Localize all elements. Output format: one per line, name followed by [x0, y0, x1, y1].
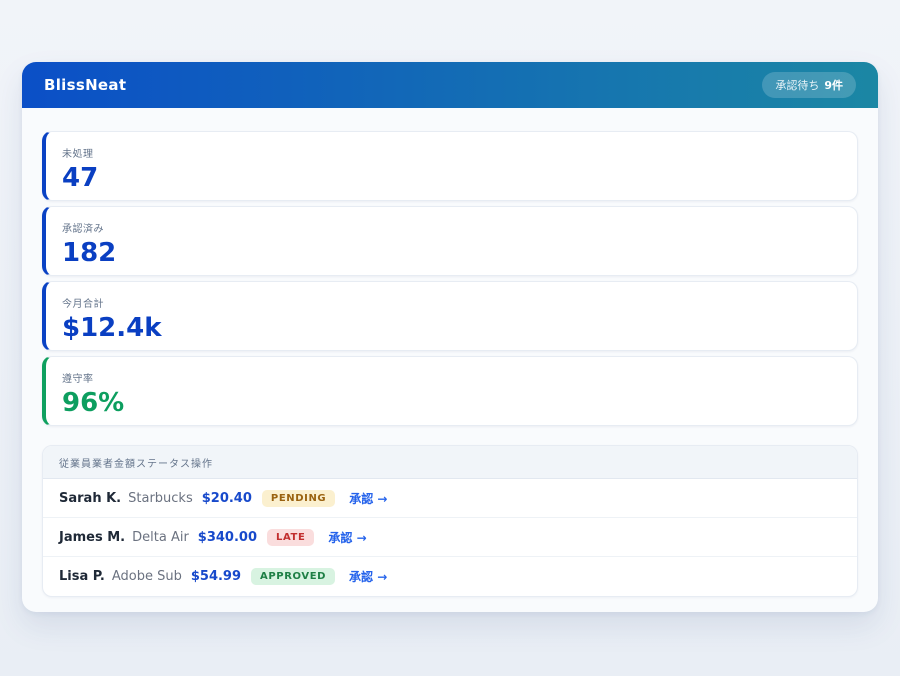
- approve-link[interactable]: 承認 →: [349, 568, 387, 585]
- approve-link[interactable]: 承認 →: [349, 490, 387, 507]
- pending-badge-label: 承認待ち: [775, 77, 819, 93]
- stat-card-unprocessed: 未処理 47: [42, 131, 858, 201]
- stat-card-month-total: 今月合計 $12.4k: [42, 281, 858, 351]
- expense-app-card: BlissNeat 承認待ち 9件 未処理 47 承認済み 182 今月合計 $…: [22, 62, 878, 612]
- status-badge: PENDING: [262, 490, 335, 507]
- stat-value: $12.4k: [62, 314, 841, 343]
- main-content: 未処理 47 承認済み 182 今月合計 $12.4k 遵守率 96% 従業員業…: [22, 108, 878, 597]
- app-header: BlissNeat 承認待ち 9件: [22, 62, 878, 108]
- stat-value: 47: [62, 164, 841, 193]
- stat-label: 承認済み: [62, 220, 841, 235]
- vendor-name: Adobe Sub: [112, 569, 182, 584]
- stat-label: 遵守率: [62, 370, 841, 385]
- stat-card-compliance-rate: 遵守率 96%: [42, 356, 858, 426]
- app-title: BlissNeat: [44, 76, 126, 94]
- employee-name: Lisa P.: [59, 569, 105, 584]
- status-badge: LATE: [267, 529, 314, 546]
- vendor-name: Starbucks: [128, 491, 193, 506]
- stat-value: 96%: [62, 389, 841, 418]
- employee-name: James M.: [59, 530, 125, 545]
- expense-table: 従業員業者金額ステータス操作 Sarah K. Starbucks $20.40…: [42, 445, 858, 597]
- pending-count-badge: 承認待ち 9件: [762, 72, 856, 98]
- pending-badge-count: 9件: [824, 77, 843, 93]
- stat-card-approved: 承認済み 182: [42, 206, 858, 276]
- vendor-name: Delta Air: [132, 530, 189, 545]
- expense-amount: $20.40: [202, 491, 252, 506]
- stat-label: 未処理: [62, 145, 841, 160]
- table-row: Lisa P. Adobe Sub $54.99 APPROVED 承認 →: [43, 557, 857, 596]
- stat-label: 今月合計: [62, 295, 841, 310]
- table-header: 従業員業者金額ステータス操作: [43, 446, 857, 479]
- expense-amount: $54.99: [191, 569, 241, 584]
- table-row: Sarah K. Starbucks $20.40 PENDING 承認 →: [43, 479, 857, 518]
- employee-name: Sarah K.: [59, 491, 121, 506]
- table-row: James M. Delta Air $340.00 LATE 承認 →: [43, 518, 857, 557]
- stat-value: 182: [62, 239, 841, 268]
- status-badge: APPROVED: [251, 568, 335, 585]
- expense-amount: $340.00: [198, 530, 257, 545]
- approve-link[interactable]: 承認 →: [328, 529, 366, 546]
